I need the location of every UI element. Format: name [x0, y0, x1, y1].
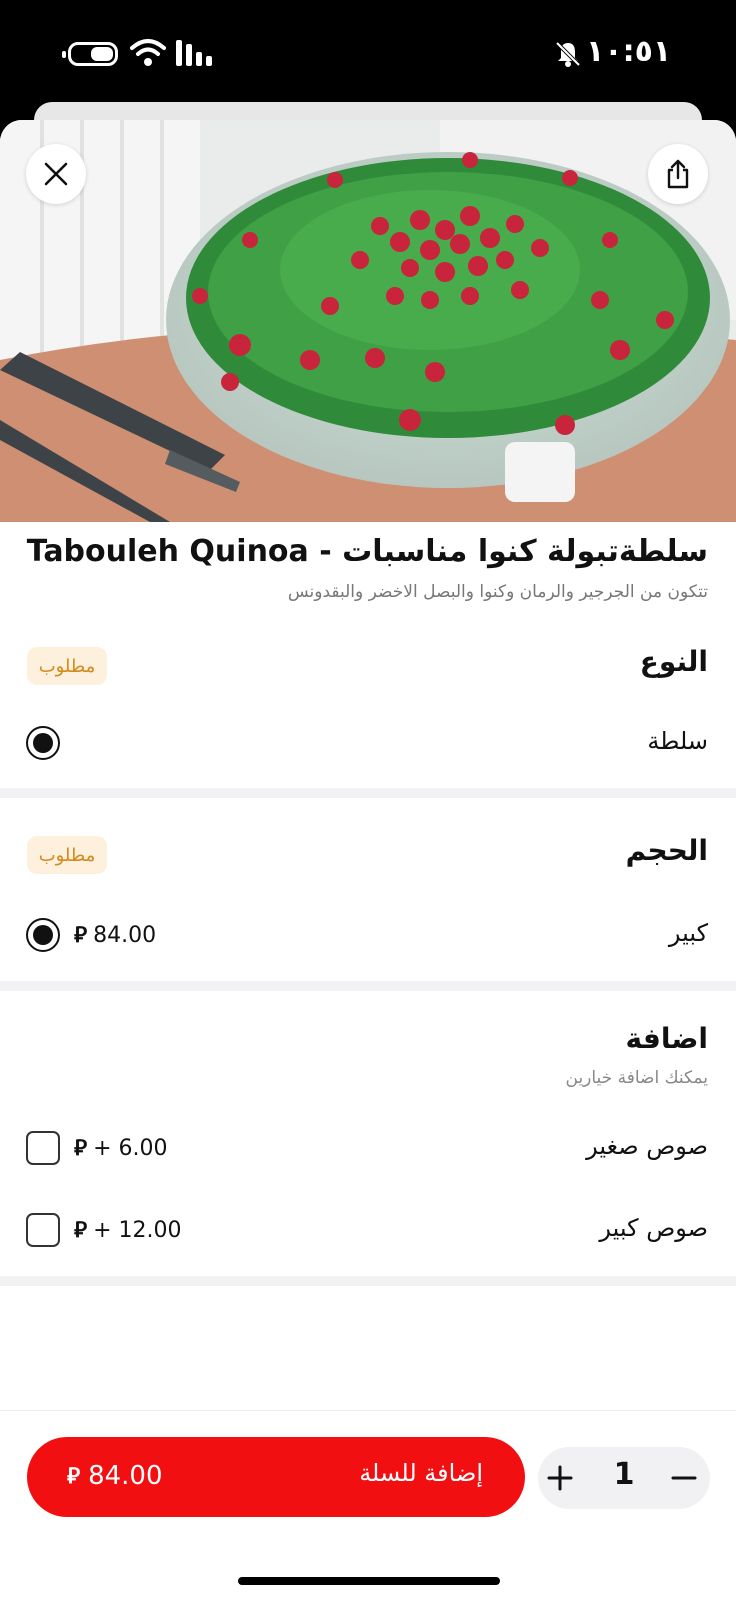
- radio-large[interactable]: [26, 918, 60, 952]
- option-price-large-sauce: ⃁ + 12.00: [74, 1217, 182, 1244]
- radio-selected-dot: [33, 733, 53, 753]
- option-price-large: ⃁ 84.00: [74, 922, 157, 949]
- add-to-cart-button[interactable]: إضافة للسلة ⃁ 84.00: [27, 1437, 525, 1517]
- cart-total: ⃁ 84.00: [67, 1461, 163, 1491]
- close-button[interactable]: [26, 144, 86, 204]
- riyal-icon: ⃁: [74, 1218, 88, 1243]
- riyal-icon: ⃁: [74, 923, 88, 948]
- quantity-value: 1: [613, 1457, 635, 1492]
- minus-icon: [671, 1476, 697, 1480]
- section-divider: [0, 981, 736, 991]
- section-title-addons: اضافة: [625, 1022, 708, 1055]
- product-image: [0, 120, 736, 522]
- riyal-icon: ⃁: [67, 1464, 81, 1489]
- option-label-large-sauce: صوص كبير: [599, 1214, 708, 1242]
- section-title-size: الحجم: [625, 834, 708, 867]
- clock: ١٠:٥١: [586, 34, 672, 69]
- plus-icon: [547, 1465, 573, 1491]
- close-icon: [44, 162, 68, 186]
- radio-selected-dot: [33, 925, 53, 945]
- product-sheet: سلطةتبولة كنوا مناسبات - Tabouleh Quinoa…: [0, 120, 736, 1600]
- checkbox-large-sauce[interactable]: [26, 1213, 60, 1247]
- radio-salad[interactable]: [26, 726, 60, 760]
- wifi-icon: [130, 39, 166, 66]
- share-button[interactable]: [648, 144, 708, 204]
- share-icon: [667, 159, 689, 189]
- add-to-cart-label: إضافة للسلة: [359, 1459, 483, 1487]
- riyal-icon: ⃁: [74, 1136, 88, 1161]
- home-indicator[interactable]: [238, 1577, 500, 1585]
- section-divider: [0, 788, 736, 798]
- battery-icon: [62, 42, 118, 66]
- addons-note: يمكنك اضافة خيارين: [565, 1068, 709, 1088]
- bottom-action-bar: إضافة للسلة ⃁ 84.00 1: [0, 1410, 736, 1600]
- option-label-small-sauce: صوص صغير: [586, 1132, 708, 1160]
- option-label-salad: سلطة: [647, 727, 708, 755]
- status-bar: ١٠:٥١: [0, 0, 736, 104]
- required-badge: مطلوب: [27, 647, 107, 685]
- option-label-large: كبير: [668, 919, 708, 947]
- required-badge: مطلوب: [27, 836, 107, 874]
- product-title: سلطةتبولة كنوا مناسبات - Tabouleh Quinoa: [26, 534, 708, 569]
- increment-button[interactable]: [538, 1447, 582, 1509]
- bell-muted-icon: [555, 41, 581, 67]
- section-divider: [0, 1276, 736, 1286]
- product-description: تتكون من الجرجير والرمان وكنوا والبصل ال…: [287, 582, 708, 602]
- quantity-stepper: 1: [538, 1447, 710, 1509]
- section-title-type: النوع: [639, 645, 708, 678]
- checkbox-small-sauce[interactable]: [26, 1131, 60, 1165]
- decrement-button[interactable]: [662, 1447, 706, 1509]
- option-price-small-sauce: ⃁ + 6.00: [74, 1135, 168, 1162]
- signal-icon: [176, 40, 212, 66]
